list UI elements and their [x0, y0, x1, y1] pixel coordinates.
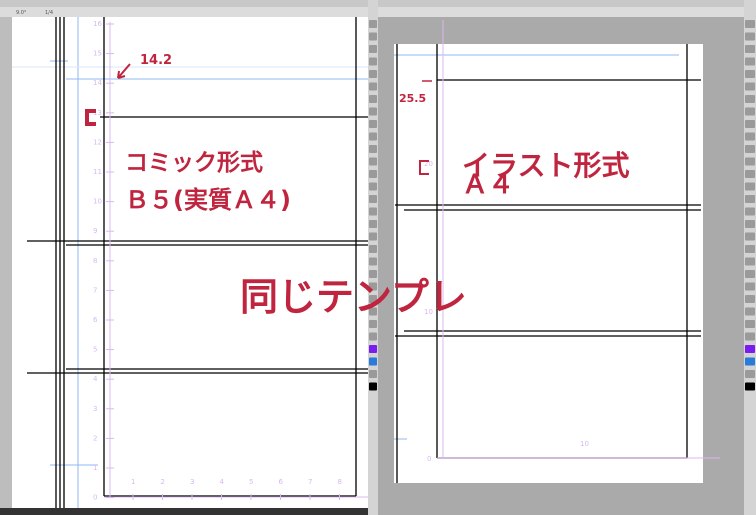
left-measure-annotation: 14.2: [140, 53, 172, 68]
tool-icon[interactable]: [369, 70, 377, 78]
left-scrollbar[interactable]: [0, 17, 12, 515]
tool-icon[interactable]: [745, 170, 755, 178]
ruler-label: 4: [93, 375, 98, 383]
left-toolbar[interactable]: [0, 0, 378, 7]
tool-icon[interactable]: [369, 20, 377, 28]
ruler-label: 3: [93, 405, 97, 413]
ruler-label: 0: [427, 455, 431, 463]
ruler-label: 10: [580, 440, 589, 448]
ruler-label: 6: [93, 316, 98, 324]
tool-icon[interactable]: [745, 345, 755, 353]
tool-icon[interactable]: [745, 320, 755, 328]
tool-icon[interactable]: [369, 232, 377, 241]
rotation-readout: 9.0°: [16, 10, 27, 16]
tool-icon[interactable]: [745, 132, 755, 141]
ruler-label: 8: [338, 478, 342, 486]
tool-icon[interactable]: [369, 182, 377, 191]
ruler-label: 3: [190, 478, 194, 486]
ruler-label: 12: [93, 138, 102, 146]
ruler-label: 7: [308, 478, 312, 486]
tool-icon[interactable]: [745, 95, 755, 103]
ruler-label: 9: [93, 227, 97, 235]
tool-icon[interactable]: [745, 195, 755, 203]
tool-icon[interactable]: [369, 382, 377, 391]
ruler-label: 15: [93, 50, 102, 58]
tool-icon[interactable]: [369, 345, 377, 353]
tool-icon[interactable]: [745, 145, 755, 153]
right-measure-annotation: 25.5: [399, 92, 426, 105]
tool-icon[interactable]: [369, 107, 377, 116]
tool-icon[interactable]: [745, 332, 755, 341]
screenshot: 9.0° 1/4 161514131211109876543210 123456…: [0, 0, 756, 515]
tool-icon[interactable]: [369, 45, 377, 53]
ruler-label: 5: [249, 478, 253, 486]
tool-icon[interactable]: [369, 207, 377, 216]
tool-icon[interactable]: [369, 332, 377, 341]
tool-icon[interactable]: [745, 120, 755, 128]
tool-icon[interactable]: [745, 257, 755, 266]
tool-icon[interactable]: [369, 170, 377, 178]
left-statusbar: [0, 508, 378, 515]
tool-icon[interactable]: [369, 32, 377, 41]
ruler-label: 2: [161, 478, 165, 486]
tool-icon[interactable]: [369, 145, 377, 153]
tool-icon[interactable]: [745, 20, 755, 28]
ruler-label: 10: [93, 198, 102, 206]
zoom-readout: 1/4: [45, 10, 53, 16]
tool-icon[interactable]: [745, 32, 755, 41]
ruler-label: 4: [220, 478, 225, 486]
tool-icon[interactable]: [745, 282, 755, 291]
tool-icon[interactable]: [745, 295, 755, 303]
tool-icon[interactable]: [369, 320, 377, 328]
tool-icon[interactable]: [369, 82, 377, 91]
right-subbar: [378, 7, 744, 17]
tool-icon[interactable]: [745, 107, 755, 116]
ruler-label: 11: [93, 168, 102, 176]
tool-icon[interactable]: [369, 120, 377, 128]
tool-icon[interactable]: [745, 182, 755, 191]
ruler-label: 8: [93, 257, 97, 265]
ruler-label: 5: [93, 346, 97, 354]
left-size-annotation: Ｂ５(実質Ａ４): [125, 186, 291, 214]
tool-icon[interactable]: [745, 382, 755, 391]
tool-icon[interactable]: [369, 57, 377, 66]
left-subbar: [0, 7, 378, 17]
tool-icon[interactable]: [369, 257, 377, 266]
tool-icon[interactable]: [369, 95, 377, 103]
tool-icon[interactable]: [369, 220, 377, 228]
ruler-label: 16: [93, 20, 102, 28]
tool-icon[interactable]: [745, 370, 755, 378]
tool-icon[interactable]: [369, 370, 377, 378]
tool-icon[interactable]: [745, 307, 755, 316]
ruler-label: 2: [93, 434, 97, 442]
tool-icon[interactable]: [745, 70, 755, 78]
ruler-label: 1: [131, 478, 135, 486]
tool-icon[interactable]: [369, 357, 377, 366]
right-toolbar[interactable]: [378, 0, 744, 7]
tool-icon[interactable]: [369, 132, 377, 141]
tool-icon[interactable]: [745, 157, 755, 166]
ruler-label: 1: [93, 464, 97, 472]
right-canvas[interactable]: [394, 44, 703, 483]
tool-icon[interactable]: [745, 45, 755, 53]
tool-icon[interactable]: [745, 82, 755, 91]
tool-icon[interactable]: [369, 245, 377, 253]
tool-icon[interactable]: [745, 270, 755, 278]
left-format-annotation: コミック形式: [125, 150, 263, 176]
tool-icon[interactable]: [745, 232, 755, 241]
tool-icon[interactable]: [369, 195, 377, 203]
ruler-label: 14: [93, 79, 102, 87]
ruler-label: 0: [93, 494, 97, 502]
center-annotation: 同じテンプレ: [240, 275, 467, 319]
tool-icon[interactable]: [745, 357, 755, 366]
tool-icon[interactable]: [745, 245, 755, 253]
tool-icon[interactable]: [745, 207, 755, 216]
tool-icon[interactable]: [369, 157, 377, 166]
ruler-label: 6: [279, 478, 284, 486]
tool-icon[interactable]: [745, 220, 755, 228]
ruler-label: 7: [93, 286, 97, 294]
tool-icon[interactable]: [745, 57, 755, 66]
right-size-annotation: Ａ４: [462, 170, 514, 200]
left-canvas[interactable]: [0, 0, 378, 515]
